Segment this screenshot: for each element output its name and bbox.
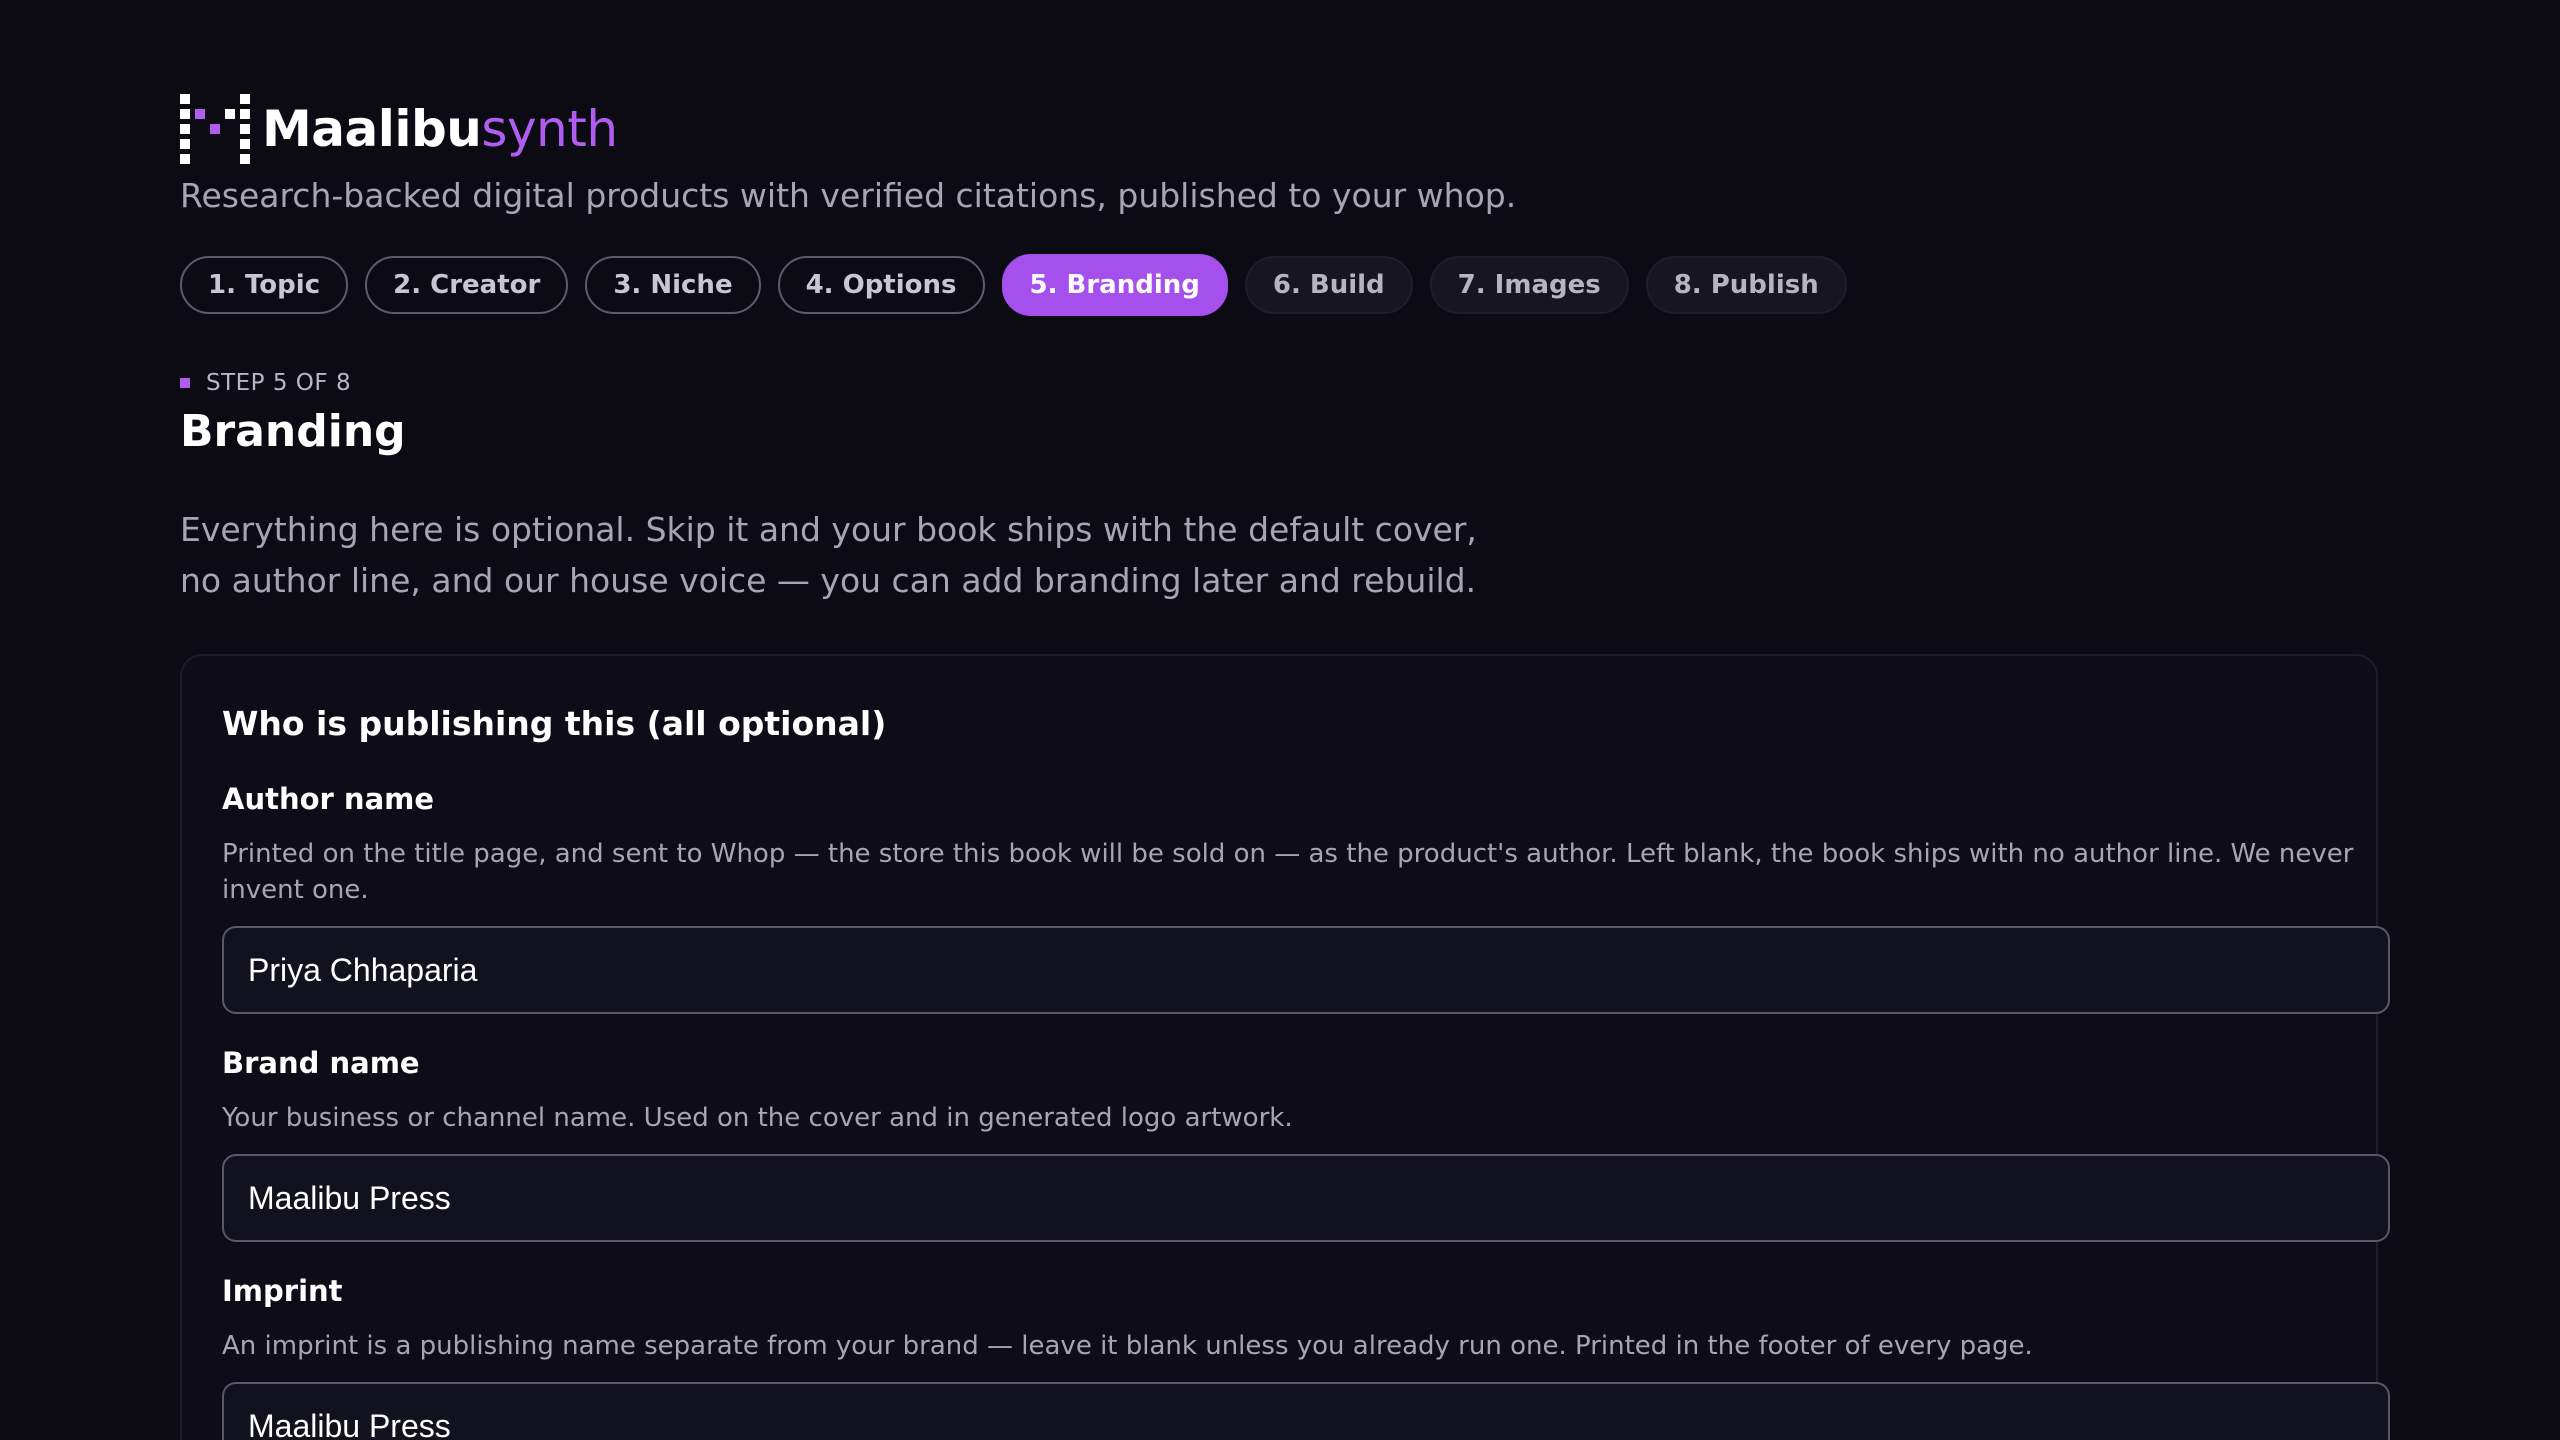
author-name-input[interactable] (222, 926, 2390, 1014)
publisher-card: Who is publishing this (all optional) Au… (180, 654, 2390, 1440)
brand-name-help: Your business or channel name. Used on t… (222, 1103, 1293, 1133)
page: Maalibusynth Research-backed digital pro… (0, 0, 2560, 1440)
imprint-help: An imprint is a publishing name separate… (222, 1331, 2033, 1361)
step-publish[interactable]: 8. Publish (1645, 256, 1847, 314)
step-indicator-text: STEP 5 OF 8 (206, 370, 352, 396)
logo[interactable]: Maalibusynth (180, 94, 618, 164)
card-title: Who is publishing this (all optional) (222, 704, 887, 743)
tagline: Research-backed digital products with ve… (180, 176, 1517, 215)
step-dot-icon (180, 378, 190, 388)
brand-name-input[interactable] (222, 1154, 2390, 1242)
logo-wordmark-part2: synth (481, 100, 618, 158)
stepper: 1. Topic 2. Creator 3. Niche 4. Options … (180, 254, 1847, 316)
step-images[interactable]: 7. Images (1429, 256, 1629, 314)
author-name-help: Printed on the title page, and sent to W… (222, 839, 2354, 905)
step-niche[interactable]: 3. Niche (585, 256, 761, 314)
imprint-input[interactable] (222, 1382, 2390, 1440)
step-branding[interactable]: 5. Branding (1001, 254, 1228, 316)
step-build[interactable]: 6. Build (1244, 256, 1413, 314)
step-creator[interactable]: 2. Creator (365, 256, 569, 314)
intro-text: Everything here is optional. Skip it and… (180, 510, 1477, 600)
step-topic[interactable]: 1. Topic (180, 256, 349, 314)
logo-mark-icon (180, 94, 250, 164)
step-indicator: STEP 5 OF 8 (180, 370, 351, 396)
page-title: Branding (180, 406, 406, 457)
logo-wordmark: Maalibusynth (262, 94, 618, 164)
imprint-label: Imprint (222, 1274, 343, 1308)
author-name-label: Author name (222, 782, 435, 816)
logo-wordmark-part1: Maalibu (262, 100, 482, 158)
step-options[interactable]: 4. Options (777, 256, 985, 314)
brand-name-label: Brand name (222, 1046, 420, 1080)
